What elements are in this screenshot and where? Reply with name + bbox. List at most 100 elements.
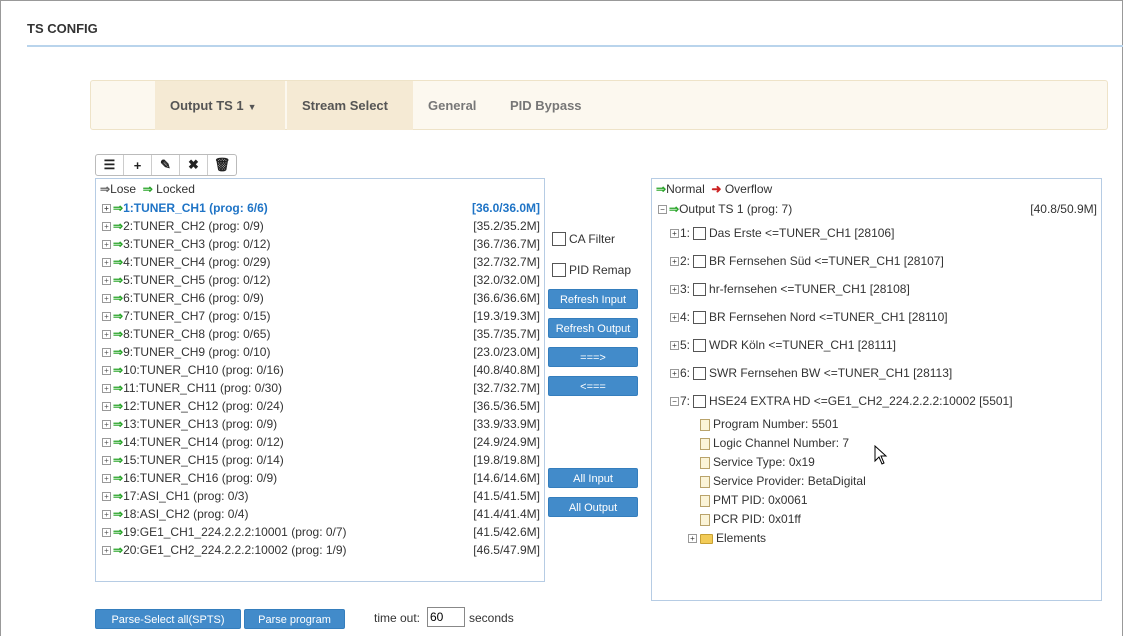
service-checkbox[interactable] bbox=[693, 227, 707, 241]
input-stream-row[interactable]: + ⇒10:TUNER_CH10 (prog: 0/16) [40.8/40.8M] bbox=[96, 361, 544, 379]
input-stream-rate: [35.7/35.7M] bbox=[473, 327, 540, 341]
refresh-input-button[interactable]: Refresh Input bbox=[548, 289, 638, 309]
service-checkbox[interactable] bbox=[693, 255, 707, 269]
parse-select-all-button[interactable]: Parse-Select all(SPTS) bbox=[95, 609, 241, 629]
expand-icon[interactable]: + bbox=[102, 204, 111, 214]
input-stream-row[interactable]: + ⇒19:GE1_CH1_224.2.2.2:10001 (prog: 0/7)… bbox=[96, 523, 544, 541]
tab-stream-select[interactable]: Stream Select bbox=[287, 81, 413, 130]
parse-program-button[interactable]: Parse program bbox=[244, 609, 345, 629]
input-stream-label: 19:GE1_CH1_224.2.2.2:10001 (prog: 0/7) bbox=[123, 525, 347, 539]
output-stream-panel[interactable]: ⇒Normal ➜ Overflow − ⇒Output TS 1 (prog: … bbox=[651, 178, 1102, 601]
input-stream-label: 18:ASI_CH2 (prog: 0/4) bbox=[123, 507, 249, 521]
expand-icon[interactable]: + bbox=[102, 474, 111, 484]
output-service-row[interactable]: +2: BR Fernsehen Süd <=TUNER_CH1 [28107] bbox=[652, 247, 1101, 275]
input-stream-row[interactable]: + ⇒9:TUNER_CH9 (prog: 0/10) [23.0/23.0M] bbox=[96, 343, 544, 361]
input-stream-row[interactable]: + ⇒13:TUNER_CH13 (prog: 0/9) [33.9/33.9M] bbox=[96, 415, 544, 433]
output-root-row[interactable]: − ⇒Output TS 1 (prog: 7) [40.8/50.9M] bbox=[652, 199, 1101, 219]
input-stream-row[interactable]: + ⇒11:TUNER_CH11 (prog: 0/30) [32.7/32.7M] bbox=[96, 379, 544, 397]
expand-icon[interactable]: + bbox=[670, 341, 679, 351]
input-stream-row[interactable]: + ⇒20:GE1_CH2_224.2.2.2:10002 (prog: 1/9)… bbox=[96, 541, 544, 559]
input-stream-row[interactable]: + ⇒15:TUNER_CH15 (prog: 0/14) [19.8/19.8M] bbox=[96, 451, 544, 469]
input-stream-row[interactable]: + ⇒1:TUNER_CH1 (prog: 6/6) [36.0/36.0M] bbox=[96, 199, 544, 217]
output-service-row[interactable]: +4: BR Fernsehen Nord <=TUNER_CH1 [28110] bbox=[652, 303, 1101, 331]
output-service-row[interactable]: +5: WDR Köln <=TUNER_CH1 [28111] bbox=[652, 331, 1101, 359]
expand-icon[interactable]: + bbox=[102, 258, 111, 268]
service-property-row[interactable]: PCR PID: 0x01ff bbox=[652, 510, 1101, 529]
input-stream-row[interactable]: + ⇒18:ASI_CH2 (prog: 0/4) [41.4/41.4M] bbox=[96, 505, 544, 523]
tab-general[interactable]: General bbox=[413, 81, 491, 130]
timeout-input[interactable] bbox=[427, 607, 465, 627]
input-stream-row[interactable]: + ⇒2:TUNER_CH2 (prog: 0/9) [35.2/35.2M] bbox=[96, 217, 544, 235]
expand-icon[interactable]: + bbox=[102, 330, 111, 340]
collapse-icon[interactable]: − bbox=[670, 397, 679, 407]
expand-icon[interactable]: + bbox=[670, 285, 679, 295]
service-checkbox[interactable] bbox=[693, 311, 707, 325]
expand-icon[interactable]: + bbox=[102, 348, 111, 358]
expand-icon[interactable]: + bbox=[102, 438, 111, 448]
arrow-green-icon: ⇒ bbox=[113, 237, 124, 251]
expand-icon[interactable]: + bbox=[102, 420, 111, 430]
pid-remap-checkbox[interactable]: PID Remap bbox=[552, 263, 631, 277]
input-stream-row[interactable]: + ⇒14:TUNER_CH14 (prog: 0/12) [24.9/24.9M] bbox=[96, 433, 544, 451]
input-stream-row[interactable]: + ⇒4:TUNER_CH4 (prog: 0/29) [32.7/32.7M] bbox=[96, 253, 544, 271]
service-property-label: Logic Channel Number: 7 bbox=[713, 436, 850, 450]
input-stream-row[interactable]: + ⇒3:TUNER_CH3 (prog: 0/12) [36.7/36.7M] bbox=[96, 235, 544, 253]
expand-icon[interactable]: + bbox=[102, 384, 111, 394]
all-output-button[interactable]: All Output bbox=[548, 497, 638, 517]
expand-icon[interactable]: + bbox=[102, 492, 111, 502]
expand-icon[interactable]: + bbox=[102, 510, 111, 520]
expand-icon[interactable]: + bbox=[670, 313, 679, 323]
list-icon[interactable]: ☰ bbox=[96, 155, 124, 175]
expand-icon[interactable]: + bbox=[102, 294, 111, 304]
service-checkbox[interactable] bbox=[693, 367, 707, 381]
input-stream-row[interactable]: + ⇒12:TUNER_CH12 (prog: 0/24) [36.5/36.5M] bbox=[96, 397, 544, 415]
input-stream-row[interactable]: + ⇒5:TUNER_CH5 (prog: 0/12) [32.0/32.0M] bbox=[96, 271, 544, 289]
input-stream-row[interactable]: + ⇒16:TUNER_CH16 (prog: 0/9) [14.6/14.6M] bbox=[96, 469, 544, 487]
remove-from-output-button[interactable]: <=== bbox=[548, 376, 638, 396]
service-property-row[interactable]: Program Number: 5501 bbox=[652, 415, 1101, 434]
add-to-output-button[interactable]: ===> bbox=[548, 347, 638, 367]
input-stream-row[interactable]: + ⇒7:TUNER_CH7 (prog: 0/15) [19.3/19.3M] bbox=[96, 307, 544, 325]
output-service-row[interactable]: +1: Das Erste <=TUNER_CH1 [28106] bbox=[652, 219, 1101, 247]
expand-icon[interactable]: + bbox=[670, 229, 679, 239]
delete-icon[interactable]: ✖ bbox=[180, 155, 208, 175]
service-property-row[interactable]: Service Provider: BetaDigital bbox=[652, 472, 1101, 491]
expand-icon[interactable]: + bbox=[102, 312, 111, 322]
tab-output-dropdown[interactable]: Output TS 1 ▼ bbox=[155, 81, 285, 130]
expand-icon[interactable]: + bbox=[102, 456, 111, 466]
expand-icon[interactable]: + bbox=[670, 257, 679, 267]
add-icon[interactable]: + bbox=[124, 155, 152, 175]
tab-pid-bypass[interactable]: PID Bypass bbox=[495, 81, 597, 130]
expand-icon[interactable]: + bbox=[102, 240, 111, 250]
expand-icon[interactable]: + bbox=[102, 222, 111, 232]
service-checkbox[interactable] bbox=[693, 339, 707, 353]
expand-icon[interactable]: + bbox=[670, 369, 679, 379]
service-checkbox[interactable] bbox=[693, 395, 707, 409]
service-checkbox[interactable] bbox=[693, 283, 707, 297]
elements-folder-row[interactable]: + Elements bbox=[652, 529, 1101, 548]
edit-icon[interactable]: ✎ bbox=[152, 155, 180, 175]
trash-icon[interactable]: 🗑 bbox=[208, 155, 236, 175]
expand-icon[interactable]: + bbox=[102, 366, 111, 376]
input-stream-row[interactable]: + ⇒17:ASI_CH1 (prog: 0/3) [41.5/41.5M] bbox=[96, 487, 544, 505]
ca-filter-checkbox[interactable]: CA Filter bbox=[552, 232, 615, 246]
checkbox-box[interactable] bbox=[552, 263, 566, 277]
expand-icon[interactable]: + bbox=[102, 276, 111, 286]
input-stream-row[interactable]: + ⇒8:TUNER_CH8 (prog: 0/65) [35.7/35.7M] bbox=[96, 325, 544, 343]
output-service-row[interactable]: −7: HSE24 EXTRA HD <=GE1_CH2_224.2.2.2:10… bbox=[652, 387, 1101, 415]
expand-icon[interactable]: + bbox=[102, 546, 111, 556]
output-service-row[interactable]: +6: SWR Fernsehen BW <=TUNER_CH1 [28113] bbox=[652, 359, 1101, 387]
expand-icon[interactable]: + bbox=[102, 528, 111, 538]
expand-icon[interactable]: + bbox=[688, 534, 697, 544]
arrow-green-icon: ⇒ bbox=[113, 543, 124, 557]
output-service-row[interactable]: +3: hr-fernsehen <=TUNER_CH1 [28108] bbox=[652, 275, 1101, 303]
all-input-button[interactable]: All Input bbox=[548, 468, 638, 488]
collapse-icon[interactable]: − bbox=[658, 205, 667, 215]
checkbox-box[interactable] bbox=[552, 232, 566, 246]
input-stream-row[interactable]: + ⇒6:TUNER_CH6 (prog: 0/9) [36.6/36.6M] bbox=[96, 289, 544, 307]
refresh-output-button[interactable]: Refresh Output bbox=[548, 318, 638, 338]
service-property-row[interactable]: PMT PID: 0x0061 bbox=[652, 491, 1101, 510]
input-stream-rate: [41.4/41.4M] bbox=[473, 507, 540, 521]
expand-icon[interactable]: + bbox=[102, 402, 111, 412]
input-stream-panel[interactable]: ⇒Lose ⇒ Locked + ⇒1:TUNER_CH1 (prog: 6/6)… bbox=[95, 178, 545, 582]
